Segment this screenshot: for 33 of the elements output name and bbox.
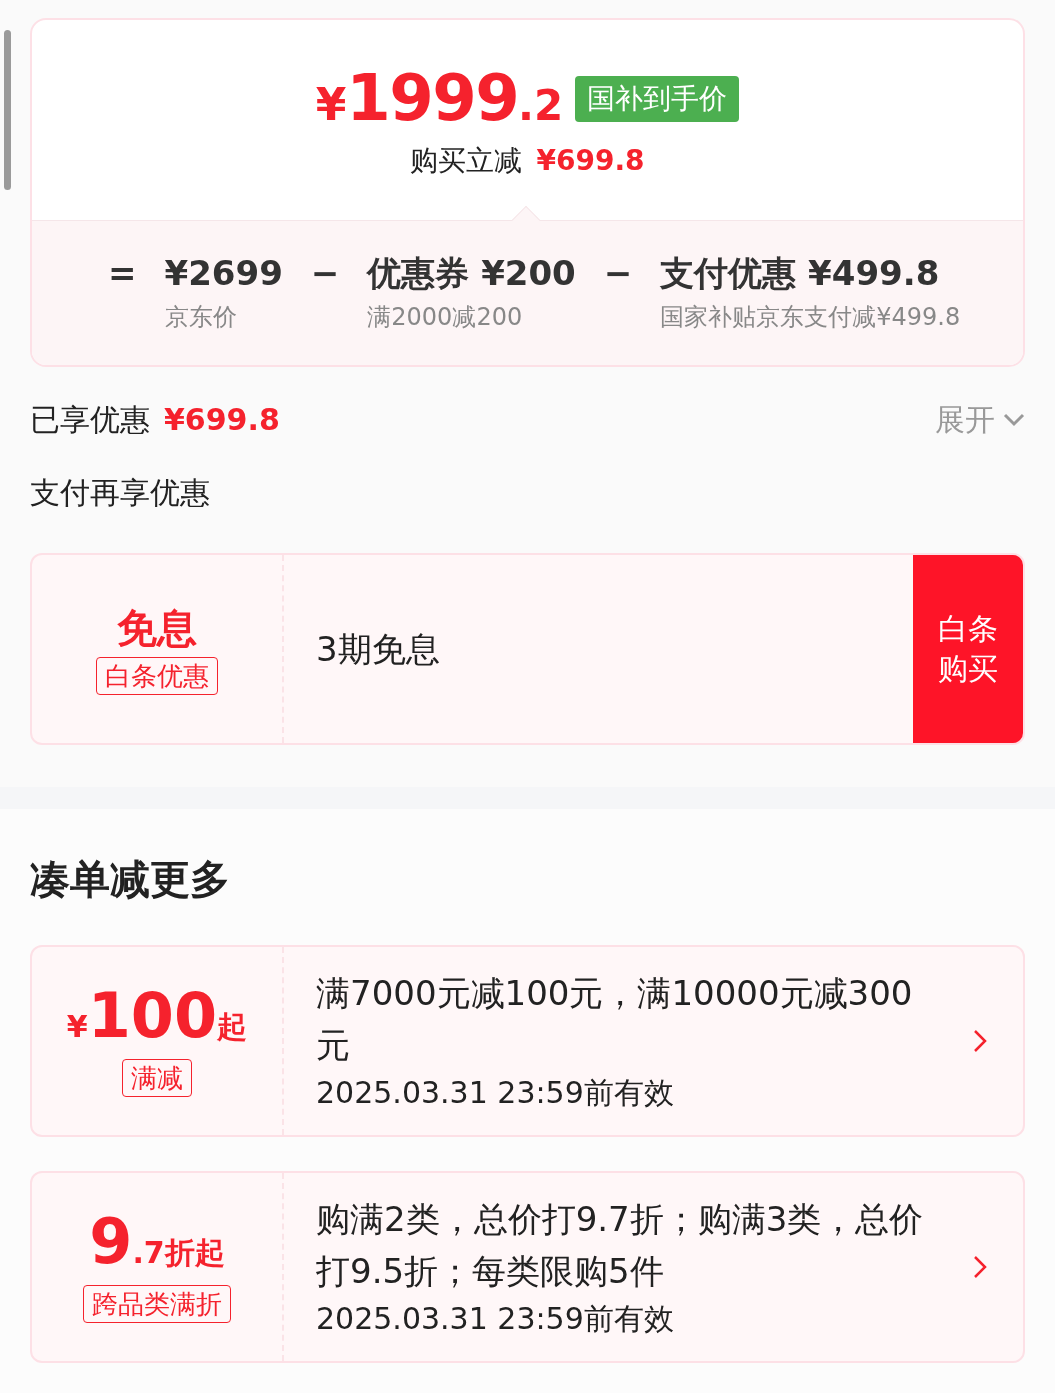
operator-sign: − xyxy=(603,252,633,295)
subsidy-badge: 国补到手价 xyxy=(575,76,740,122)
operator-sign: − xyxy=(310,252,340,295)
price: ¥1999.2 xyxy=(315,66,564,130)
promo-card[interactable]: 9.7折起 跨品类满折 购满2类，总价打9.7折；购满3类，总价打9.5折；每类限购5件 2025.03.31 23:59前有效 xyxy=(30,1171,1025,1363)
section-title: 凑单减更多 xyxy=(29,855,231,904)
section-title: 支付再享优惠 xyxy=(29,474,211,512)
promo-tag: 满减 xyxy=(122,1059,192,1097)
promo-validity: 2025.03.31 23:59前有效 xyxy=(316,1074,675,1112)
promo-value: 9.7折起 xyxy=(89,1211,225,1273)
promo-validity: 2025.03.31 23:59前有效 xyxy=(316,1300,675,1338)
instant-discount-value: ¥699.8 xyxy=(536,143,645,179)
promo-description: 满7000元减100元，满10000元减300元 xyxy=(316,972,914,1067)
breakdown-value: ¥2699 xyxy=(164,252,283,295)
chevron-right-icon xyxy=(973,1255,987,1279)
breakdown-caption: 京东价 xyxy=(164,302,238,333)
promo-value: ¥100起 xyxy=(66,985,248,1047)
promo-card[interactable]: ¥100起 满减 满7000元减100元，满10000元减300元 2025.03.31 23:59前有效 xyxy=(30,945,1025,1137)
breakdown-value: 优惠券 ¥200 xyxy=(367,252,576,295)
operator-sign: = xyxy=(108,252,137,295)
savings-label: 已享优惠 xyxy=(30,401,150,439)
breakdown-caption: 满2000减200 xyxy=(367,302,524,333)
offer-description: 3期免息 xyxy=(316,627,440,671)
offer-tag: 白条优惠 xyxy=(96,657,218,695)
baitiao-buy-button[interactable]: 白条购买 xyxy=(913,555,1023,743)
breakdown-caption: 国家补贴京东支付减¥499.8 xyxy=(660,302,961,333)
promo-description: 购满2类，总价打9.7折；购满3类，总价打9.5折；每类限购5件 xyxy=(316,1198,925,1293)
breakdown-value: 支付优惠 ¥499.8 xyxy=(660,252,941,295)
chevron-right-icon xyxy=(973,1029,987,1053)
promo-tag: 跨品类满折 xyxy=(83,1285,231,1323)
offer-title: 免息 xyxy=(117,604,197,653)
instant-discount-label: 购买立减 xyxy=(410,143,523,179)
savings-value: ¥699.8 xyxy=(164,401,280,439)
